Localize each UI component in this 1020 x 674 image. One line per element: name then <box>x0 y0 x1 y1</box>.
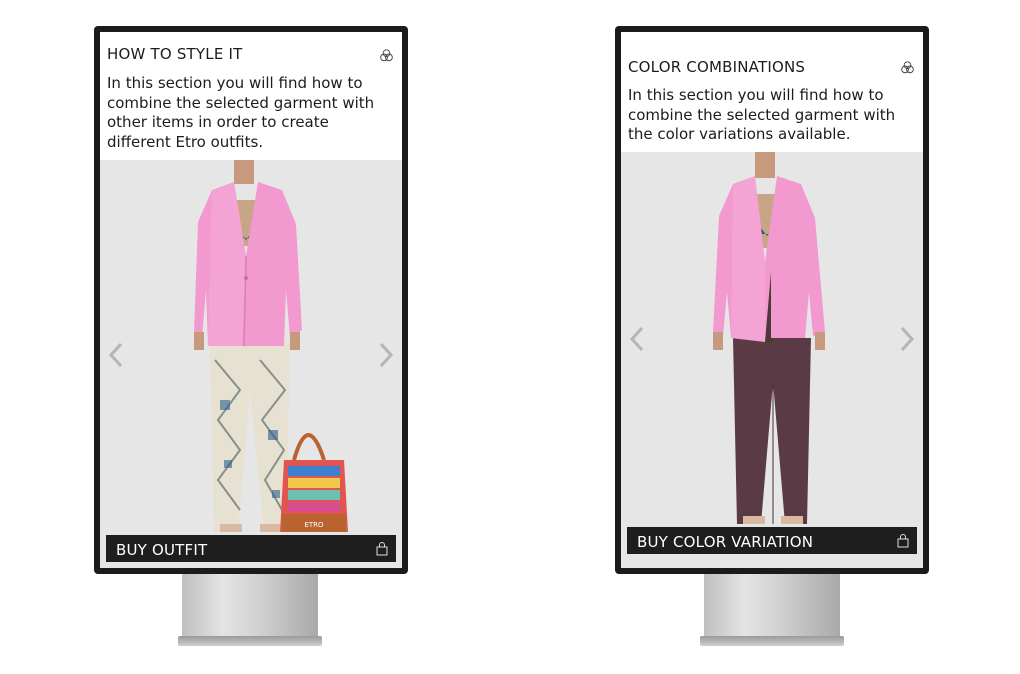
left-section-title: HOW TO STYLE IT <box>107 45 243 63</box>
chevron-left-icon[interactable] <box>108 342 124 368</box>
color-rings-icon[interactable] <box>379 48 394 63</box>
right-screen: COLOR COMBINATIONS In this section you w… <box>621 32 923 568</box>
left-header: HOW TO STYLE IT In this section you will… <box>100 32 402 160</box>
left-product-image: ETRO BUY OUTFIT <box>100 160 402 568</box>
left-stand-neck <box>182 574 318 638</box>
right-stand-neck <box>704 574 840 638</box>
bag-logo-text: ETRO <box>304 521 324 529</box>
chevron-left-icon[interactable] <box>629 326 645 352</box>
chevron-right-icon[interactable] <box>899 326 915 352</box>
right-section-title: COLOR COMBINATIONS <box>628 58 806 76</box>
buy-outfit-button[interactable]: BUY OUTFIT <box>106 535 396 562</box>
right-product-image: BUY COLOR VARIATION <box>621 152 923 568</box>
right-header: COLOR COMBINATIONS In this section you w… <box>621 32 923 152</box>
left-section-description: In this section you will find how to com… <box>107 74 375 151</box>
chevron-right-icon[interactable] <box>378 342 394 368</box>
color-rings-icon[interactable] <box>900 60 915 75</box>
left-screen: HOW TO STYLE IT In this section you will… <box>100 32 402 568</box>
buy-color-variation-label: BUY COLOR VARIATION <box>637 533 814 551</box>
buy-outfit-label: BUY OUTFIT <box>116 541 208 559</box>
left-stand-foot <box>178 636 322 646</box>
shopping-bag-icon <box>376 542 388 556</box>
right-stand-foot <box>700 636 844 646</box>
right-section-description: In this section you will find how to com… <box>628 86 896 143</box>
color-variation-model-figure <box>713 152 825 524</box>
buy-color-variation-button[interactable]: BUY COLOR VARIATION <box>627 527 917 554</box>
shopping-bag-icon <box>897 534 909 548</box>
crochet-bag-image: ETRO <box>280 433 348 532</box>
